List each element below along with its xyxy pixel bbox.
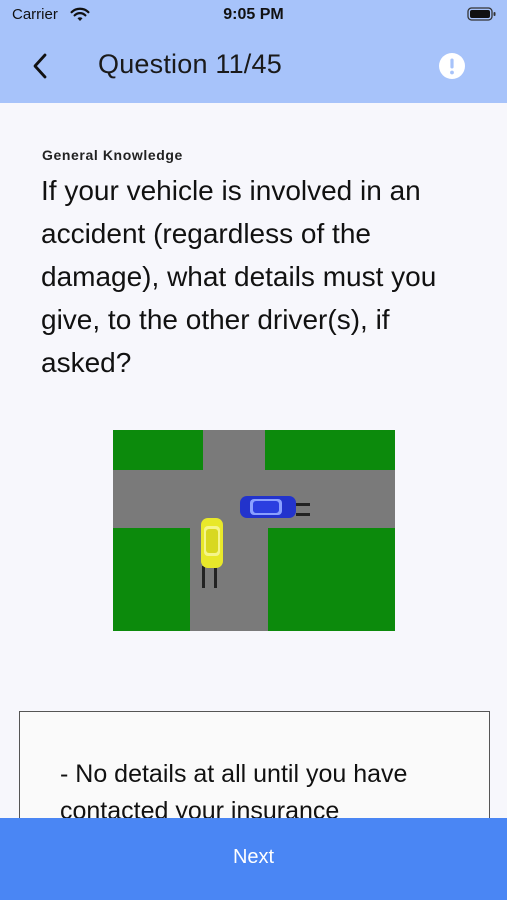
next-button[interactable]: Next: [0, 818, 507, 900]
intersection-illustration: [113, 430, 395, 631]
exclamation-circle-icon: [439, 53, 465, 79]
next-button-label: Next: [232, 845, 275, 868]
report-button[interactable]: [438, 52, 466, 80]
chevron-left-icon: [33, 53, 47, 79]
question-text: If your vehicle is involved in an accide…: [41, 175, 437, 378]
battery-icon: [467, 7, 496, 21]
back-button[interactable]: [24, 48, 56, 84]
clock: 9:05 PM: [223, 6, 284, 23]
question-category: General Knowledge: [42, 147, 183, 163]
page-title: Question 11/45: [98, 49, 282, 79]
top-bar: Carrier 9:05 PM Question 11/45: [0, 0, 507, 103]
